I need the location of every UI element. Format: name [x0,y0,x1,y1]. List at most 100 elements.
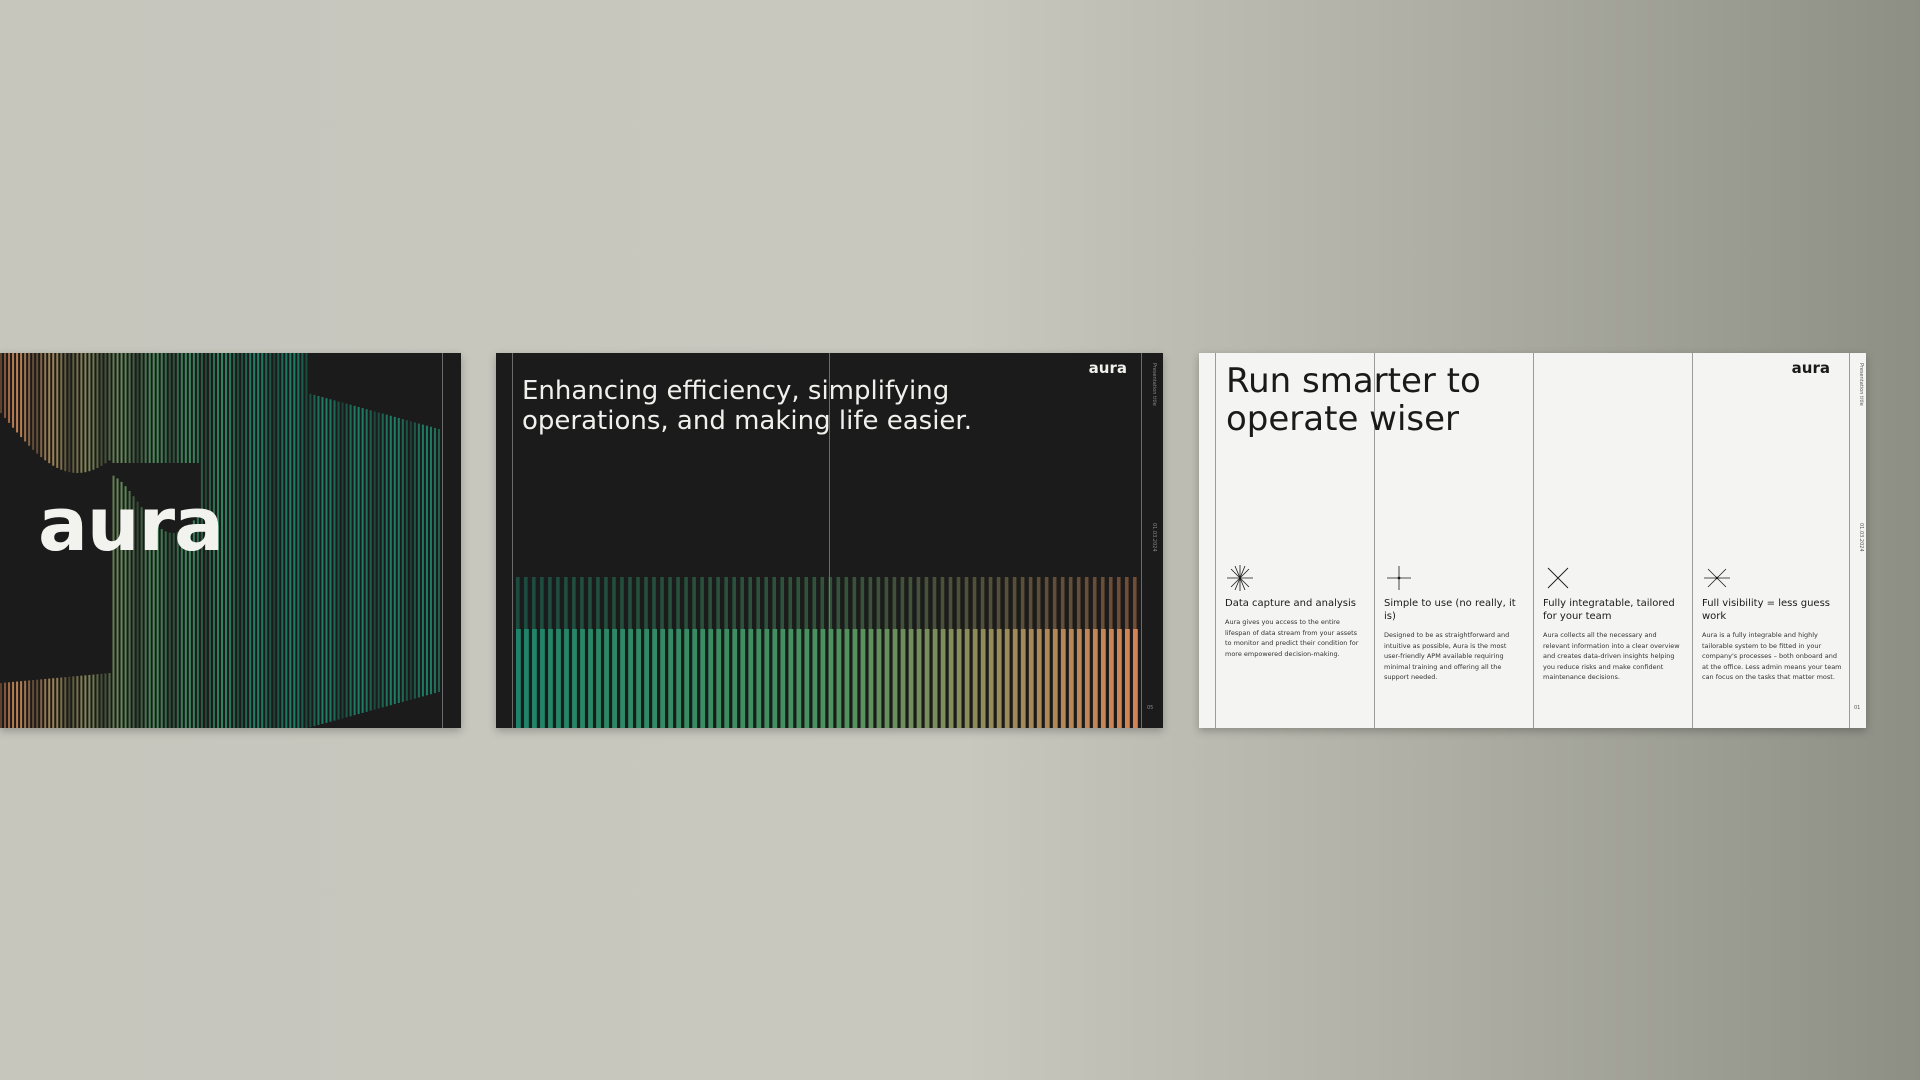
stripe-bar [860,577,865,629]
stripe-bar [612,577,616,629]
stripe-bar [60,677,63,728]
stripe-bar [309,393,312,728]
stripe-bar [32,353,35,450]
stripe-bar [196,353,199,463]
stripe-bar [104,353,107,464]
stripe-bar [1084,577,1089,629]
stripe-bar [381,413,384,708]
stripe-bar [385,414,388,707]
stripe-bar [788,629,794,728]
rail-divider [1141,353,1142,728]
stripe-bar [88,674,91,728]
stripe-bar [1100,577,1105,629]
stripe-bar [836,577,841,629]
feature-integratable: Fully integratable, tailored for your te… [1543,563,1683,683]
stripe-bar [297,353,300,728]
stripe-bar [548,577,552,629]
stripe-bar [580,629,585,728]
stripe-bar [812,629,818,728]
stripe-bar [24,680,27,728]
stripe-bar [261,353,264,728]
stripe-bar [636,629,641,728]
stripe-bar [40,353,43,458]
stripe-bar [48,353,51,464]
stripe-bar [16,681,19,728]
stripe-bar [996,629,1002,728]
stripe-bar [948,629,954,728]
stripe-bar [836,629,842,728]
stripe-bar [1036,577,1041,629]
stripe-bar [620,577,624,629]
stripe-bar [724,577,728,629]
stripe-bar [700,629,706,728]
aura-logo: aura [1791,359,1830,377]
stripe-bar [421,424,424,697]
feature-data-capture: Data capture and analysis Aura gives you… [1225,563,1365,659]
stripe-bar [132,353,135,463]
stripe-bar [564,629,569,728]
stripe-bar [281,353,284,728]
stripe-bar [409,421,412,700]
feature-description: Designed to be as straightforward and in… [1384,631,1510,681]
stripe-bar [1108,577,1113,629]
stripe-bar [92,674,95,728]
stripe-bar [692,629,698,728]
stripe-bar [425,425,428,696]
stripe-bar [748,629,754,728]
stripe-bar [700,577,704,629]
stripe-bar [237,353,240,728]
stripe-bar [72,676,75,728]
x-cross-icon [1547,567,1569,589]
rail-presentation-title: Presentation title [1858,363,1864,406]
stripe-bar [1004,577,1009,629]
stripe-bar [144,353,147,463]
stripe-bar [1124,577,1129,629]
stripe-bar [588,629,593,728]
stripe-bar [1036,629,1042,728]
stripe-bar [972,629,978,728]
stripe-bar [668,577,672,629]
stripe-bar [229,353,232,728]
stripe-bar [12,353,15,428]
stripe-bar [588,577,592,629]
stripe-bar [120,353,123,463]
stripe-bar [916,629,922,728]
rail-divider [442,353,443,728]
stripe-bar [36,353,39,454]
aura-logo-large: aura [38,482,224,568]
stripe-bar [172,353,175,463]
stripe-bar [249,353,252,728]
stripe-bar [812,577,817,629]
column-divider [1533,353,1534,728]
stripe-bar [1068,577,1073,629]
stripe-bar [532,577,536,629]
gradient-bar-pattern [516,577,1138,728]
stripe-bar [572,629,577,728]
stripe-bar [369,410,372,711]
stripe-bar [820,629,826,728]
stripe-bar [1132,629,1138,728]
stripe-bar [516,629,521,728]
stripe-bar [405,420,408,701]
stripe-bar [437,429,440,692]
stripe-bar [116,353,119,463]
stripe-bar [1108,629,1114,728]
stripe-bar [804,577,809,629]
stripe-bar [988,629,994,728]
stripe-bar [1076,577,1081,629]
stripe-bar [68,353,71,473]
stripe-bar [433,427,436,694]
stripe-bar [788,577,793,629]
feature-simple-to-use: Simple to use (no really, it is) Designe… [1384,563,1524,683]
stripe-bar [900,577,905,629]
stripe-bar [44,678,47,728]
stripe-bar [932,577,937,629]
stripe-bar [20,353,23,438]
stripe-bar [417,423,420,698]
stripe-bar [1068,629,1074,728]
stripe-bar [28,353,31,446]
aura-logo: aura [1088,359,1127,377]
stripe-bar [233,353,236,728]
stripe-bar [289,353,292,728]
stripe-bar [413,422,416,699]
